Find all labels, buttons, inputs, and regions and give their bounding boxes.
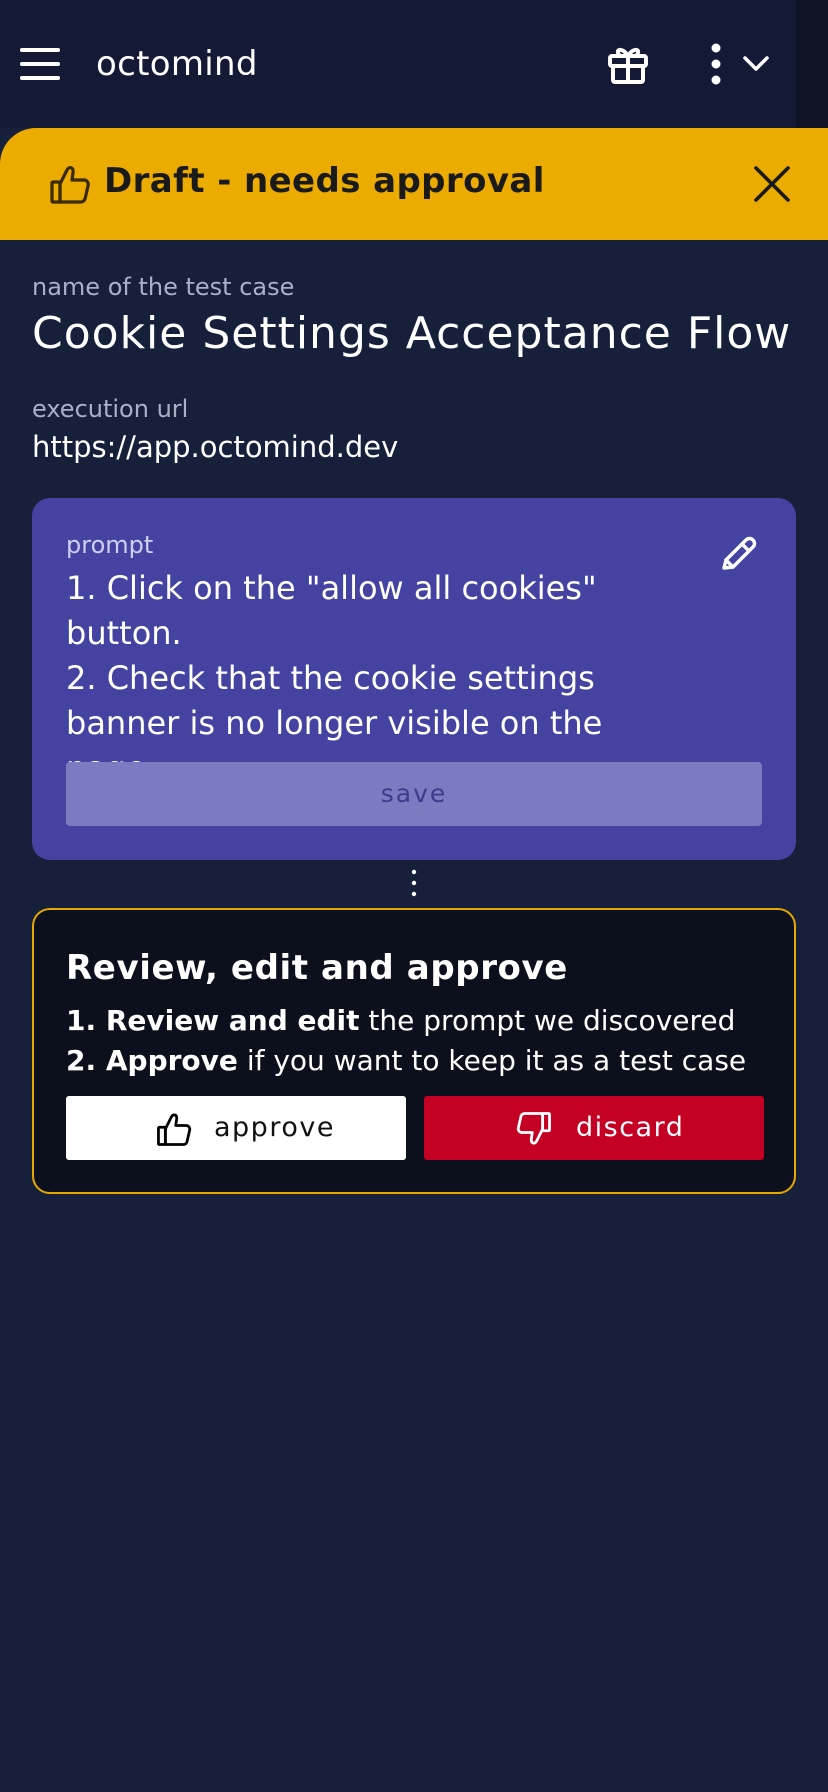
review-step-2: 2. Approve if you want to keep it as a t… <box>66 1042 746 1080</box>
approve-button-label: approve <box>214 1112 335 1143</box>
chevron-down-icon[interactable] <box>740 48 772 80</box>
kebab-menu-icon[interactable] <box>700 40 732 88</box>
gift-icon[interactable] <box>604 40 652 88</box>
prompt-card: prompt 1. Click on the "allow all cookie… <box>32 498 796 860</box>
review-step-2-bold: 2. Approve <box>66 1044 238 1077</box>
close-icon[interactable] <box>750 162 794 206</box>
draft-status-banner: Draft - needs approval <box>0 128 828 240</box>
pencil-icon[interactable] <box>716 532 760 576</box>
vertical-dots-connector <box>411 869 417 897</box>
review-step-2-rest: if you want to keep it as a test case <box>237 1044 747 1077</box>
discard-button[interactable]: discard <box>424 1096 764 1160</box>
review-title: Review, edit and approve <box>66 948 568 988</box>
execution-url-label: execution url <box>32 395 189 423</box>
test-case-name-label: name of the test case <box>32 273 295 301</box>
top-app-bar: octomind <box>0 0 828 128</box>
prompt-label: prompt <box>66 531 154 559</box>
execution-url[interactable]: https://app.octomind.dev <box>32 428 398 466</box>
thumbs-down-icon <box>516 1112 551 1145</box>
app-title: octomind <box>96 44 258 84</box>
review-step-1-rest: the prompt we discovered <box>359 1004 736 1037</box>
thumbs-up-icon <box>50 166 90 204</box>
thumbs-up-icon <box>157 1113 192 1146</box>
scrollbar-track <box>796 0 828 128</box>
approve-button[interactable]: approve <box>66 1096 406 1160</box>
prompt-text: 1. Click on the "allow all cookies" butt… <box>66 569 603 787</box>
review-card: Review, edit and approve 1. Review and e… <box>32 908 796 1194</box>
banner-title: Draft - needs approval <box>104 161 545 201</box>
save-button[interactable]: save <box>66 762 762 826</box>
discard-button-label: discard <box>576 1112 685 1143</box>
review-step-1: 1. Review and edit the prompt we discove… <box>66 1002 735 1040</box>
test-case-name: Cookie Settings Acceptance Flow <box>32 308 792 359</box>
review-step-1-bold: 1. Review and edit <box>66 1004 360 1037</box>
hamburger-menu-icon[interactable] <box>20 48 60 80</box>
